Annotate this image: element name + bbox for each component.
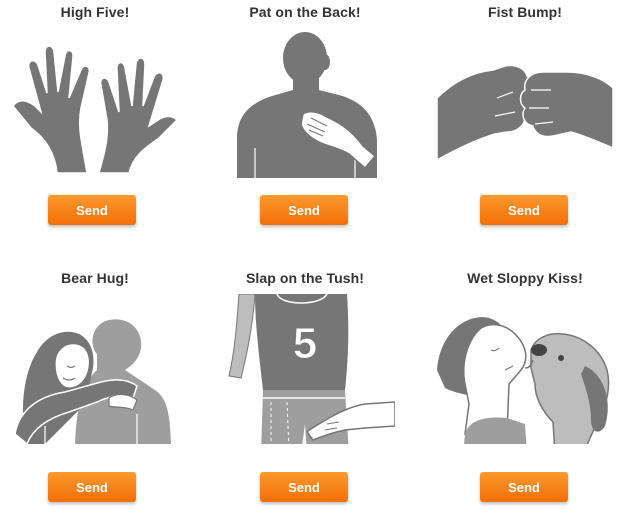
- card-slap-on-tush: Slap on the Tush! 5 Send: [215, 266, 395, 506]
- send-button[interactable]: Send: [48, 472, 136, 502]
- card-title: Slap on the Tush!: [245, 270, 365, 286]
- send-button[interactable]: Send: [48, 195, 136, 225]
- card-high-five: High Five! Send: [5, 0, 185, 240]
- card-bear-hug: Bear Hug! Send: [5, 266, 185, 506]
- card-wet-sloppy-kiss: Wet Sloppy Kiss! Send: [435, 266, 615, 506]
- card-pat-on-back: Pat on the Back! Send: [215, 0, 395, 240]
- send-button[interactable]: Send: [480, 472, 568, 502]
- fist-bump-icon: [436, 64, 614, 162]
- card-title: Bear Hug!: [61, 270, 129, 286]
- pat-on-back-icon: [237, 32, 377, 178]
- send-button[interactable]: Send: [480, 195, 568, 225]
- card-title: Wet Sloppy Kiss!: [467, 270, 583, 286]
- send-button[interactable]: Send: [260, 195, 348, 225]
- send-button[interactable]: Send: [260, 472, 348, 502]
- high-five-hands-icon: [12, 45, 179, 174]
- card-title: High Five!: [60, 4, 130, 20]
- slap-on-tush-icon: 5: [228, 294, 395, 444]
- card-title: Fist Bump!: [487, 4, 563, 20]
- card-title: Pat on the Back!: [249, 4, 361, 20]
- card-fist-bump: Fist Bump! Send: [435, 0, 615, 240]
- bear-hug-icon: [14, 319, 171, 444]
- jersey-number: 5: [293, 319, 317, 368]
- dog-kiss-icon: [437, 317, 610, 444]
